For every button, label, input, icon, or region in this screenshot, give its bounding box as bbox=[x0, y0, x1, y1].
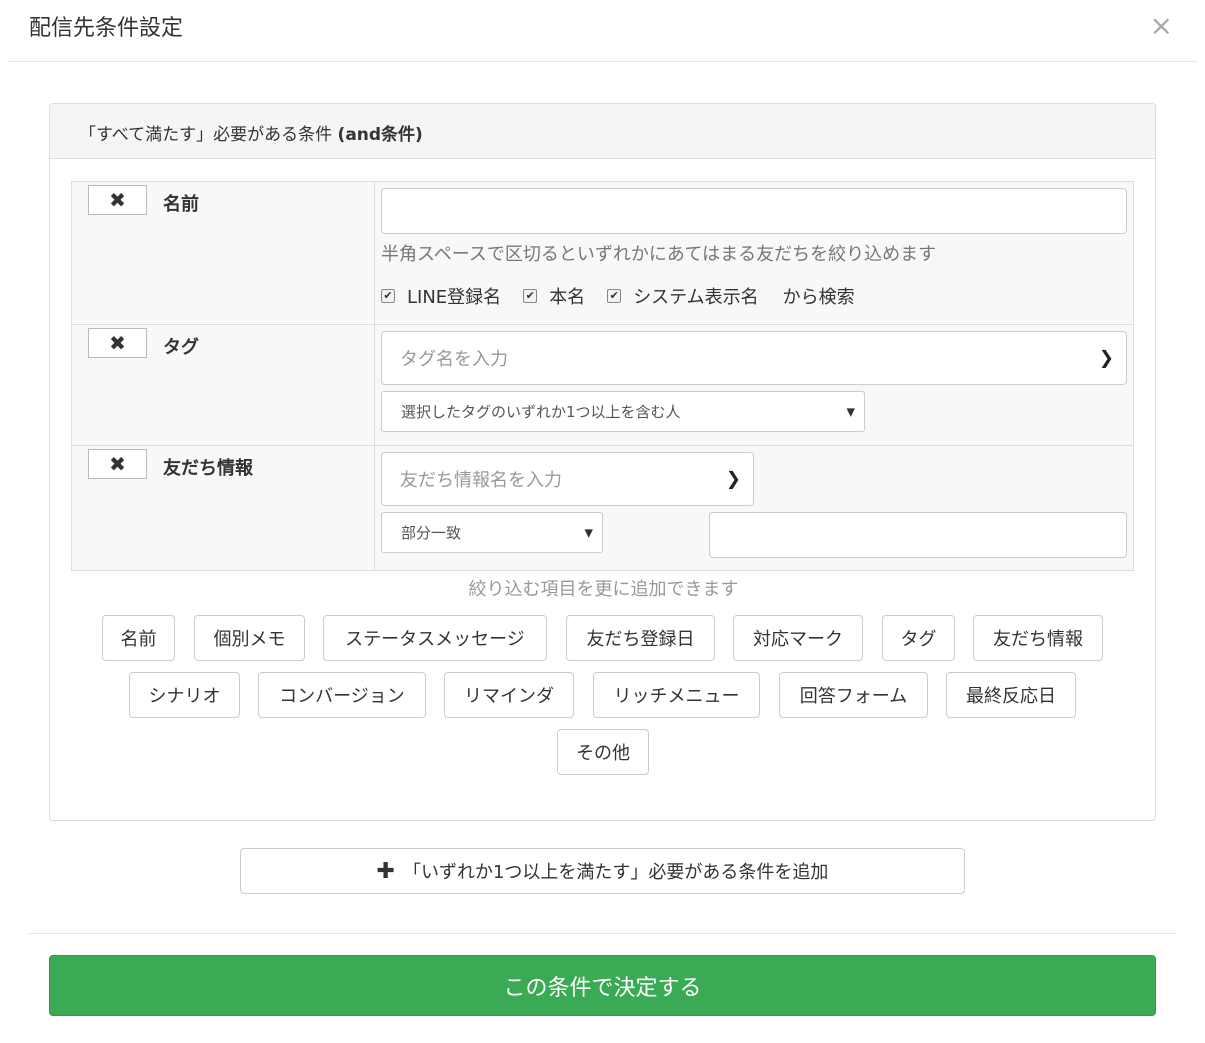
check-label: 本名 bbox=[549, 287, 586, 308]
chip-scenario[interactable]: シナリオ bbox=[129, 672, 240, 718]
chevron-down-icon: ❯ bbox=[725, 468, 741, 490]
check-real-name[interactable]: ✔ 本名 bbox=[523, 283, 585, 309]
condition-content-cell: 友だち情報名を入力 ❯ 部分一致 ▼ bbox=[375, 446, 1133, 570]
panel-heading: 「すべて満たす」必要がある条件 (and条件) bbox=[50, 104, 1155, 159]
chip-response-mark[interactable]: 対応マーク bbox=[733, 615, 863, 661]
check-label: システム表示名 bbox=[633, 287, 759, 308]
add-or-condition-button[interactable]: ✚ 「いずれか1つ以上を満たす」必要がある条件を追加 bbox=[240, 848, 965, 894]
chip-reminder[interactable]: リマインダ bbox=[444, 672, 574, 718]
close-icon[interactable]: × bbox=[1150, 12, 1173, 40]
remove-tag-condition-button[interactable]: ✖ bbox=[88, 328, 147, 358]
plus-icon: ✚ bbox=[376, 858, 395, 884]
add-item-hint: 絞り込む項目を更に追加できます bbox=[468, 579, 739, 600]
condition-content-cell: 半角スペースで区切るといずれかにあてはまる友だちを絞り込めます ✔ LINE登録名… bbox=[375, 182, 1133, 324]
friend-info-select-placeholder: 友だち情報名を入力 bbox=[400, 470, 562, 491]
chip-name[interactable]: 名前 bbox=[102, 615, 175, 661]
condition-row-tag: ✖ タグ タグ名を入力 ❯ 選択したタグのいずれか1つ以上を含む人 ▼ bbox=[72, 325, 1133, 446]
name-search-input[interactable] bbox=[381, 188, 1127, 234]
friend-info-match-select[interactable]: 部分一致 ▼ bbox=[381, 512, 603, 553]
chip-rich-menu[interactable]: リッチメニュー bbox=[593, 672, 760, 718]
name-help-text: 半角スペースで区切るといずれかにあてはまる友だちを絞り込めます bbox=[381, 244, 937, 265]
tag-name-select[interactable]: タグ名を入力 ❯ bbox=[381, 331, 1127, 385]
condition-label-cell: ✖ タグ bbox=[72, 325, 375, 445]
footer-divider bbox=[29, 933, 1176, 934]
chip-answer-form[interactable]: 回答フォーム bbox=[779, 672, 928, 718]
friend-info-match-value: 部分一致 bbox=[401, 524, 462, 542]
check-label: LINE登録名 bbox=[407, 287, 502, 308]
chip-tag[interactable]: タグ bbox=[882, 615, 955, 661]
checkbox-checked-icon[interactable]: ✔ bbox=[607, 289, 622, 303]
chip-friend-info[interactable]: 友だち情報 bbox=[973, 615, 1103, 661]
tag-select-placeholder: タグ名を入力 bbox=[400, 349, 508, 370]
remove-name-condition-button[interactable]: ✖ bbox=[88, 185, 147, 215]
condition-label-cell: ✖ 名前 bbox=[72, 182, 375, 324]
checkbox-checked-icon[interactable]: ✔ bbox=[523, 289, 538, 303]
caret-down-icon: ▼ bbox=[846, 405, 855, 418]
chip-last-reaction-date[interactable]: 最終反応日 bbox=[946, 672, 1076, 718]
condition-row-name: ✖ 名前 半角スペースで区切るといずれかにあてはまる友だちを絞り込めます ✔ LI… bbox=[72, 182, 1133, 325]
submit-conditions-button[interactable]: この条件で決定する bbox=[49, 955, 1156, 1016]
check-system-name[interactable]: ✔ システム表示名 bbox=[607, 283, 759, 309]
check-line-name[interactable]: ✔ LINE登録名 bbox=[381, 283, 501, 309]
condition-label-cell: ✖ 友だち情報 bbox=[72, 446, 375, 570]
condition-content-cell: タグ名を入力 ❯ 選択したタグのいずれか1つ以上を含む人 ▼ bbox=[375, 325, 1133, 445]
chevron-down-icon: ❯ bbox=[1098, 347, 1114, 369]
condition-label-name: 名前 bbox=[163, 194, 199, 215]
panel-heading-bold: (and条件) bbox=[337, 125, 423, 145]
friend-info-value-input[interactable] bbox=[709, 512, 1127, 558]
chip-conversion[interactable]: コンバージョン bbox=[258, 672, 426, 718]
condition-label-tag: タグ bbox=[163, 337, 199, 358]
chip-friend-added-date[interactable]: 友だち登録日 bbox=[566, 615, 715, 661]
condition-label-friend-info: 友だち情報 bbox=[163, 458, 253, 479]
chip-other[interactable]: その他 bbox=[557, 729, 649, 775]
and-conditions-panel: 「すべて満たす」必要がある条件 (and条件) ✖ 名前 半角スペースで区切ると… bbox=[49, 103, 1156, 821]
checkbox-checked-icon[interactable]: ✔ bbox=[381, 289, 395, 303]
tag-match-value: 選択したタグのいずれか1つ以上を含む人 bbox=[401, 403, 681, 421]
panel-heading-text: 「すべて満たす」必要がある条件 bbox=[79, 125, 338, 145]
name-search-targets: ✔ LINE登録名 ✔ 本名 ✔ システム表示名 から検索 bbox=[381, 283, 855, 309]
check-suffix: から検索 bbox=[782, 287, 855, 308]
chip-status-message[interactable]: ステータスメッセージ bbox=[323, 615, 547, 661]
remove-friend-info-condition-button[interactable]: ✖ bbox=[88, 449, 147, 479]
condition-row-friend-info: ✖ 友だち情報 友だち情報名を入力 ❯ 部分一致 ▼ bbox=[72, 446, 1133, 570]
add-or-condition-label: 「いずれか1つ以上を満たす」必要がある条件を追加 bbox=[402, 862, 829, 883]
friend-info-name-select[interactable]: 友だち情報名を入力 ❯ bbox=[381, 452, 754, 506]
tag-match-select[interactable]: 選択したタグのいずれか1つ以上を含む人 ▼ bbox=[381, 391, 865, 432]
modal-header: 配信先条件設定 × bbox=[0, 0, 1205, 62]
caret-down-icon: ▼ bbox=[584, 526, 593, 539]
header-divider bbox=[8, 61, 1198, 62]
chip-memo[interactable]: 個別メモ bbox=[194, 615, 305, 661]
conditions-table: ✖ 名前 半角スペースで区切るといずれかにあてはまる友だちを絞り込めます ✔ LI… bbox=[71, 181, 1134, 571]
modal-title: 配信先条件設定 bbox=[29, 16, 184, 41]
